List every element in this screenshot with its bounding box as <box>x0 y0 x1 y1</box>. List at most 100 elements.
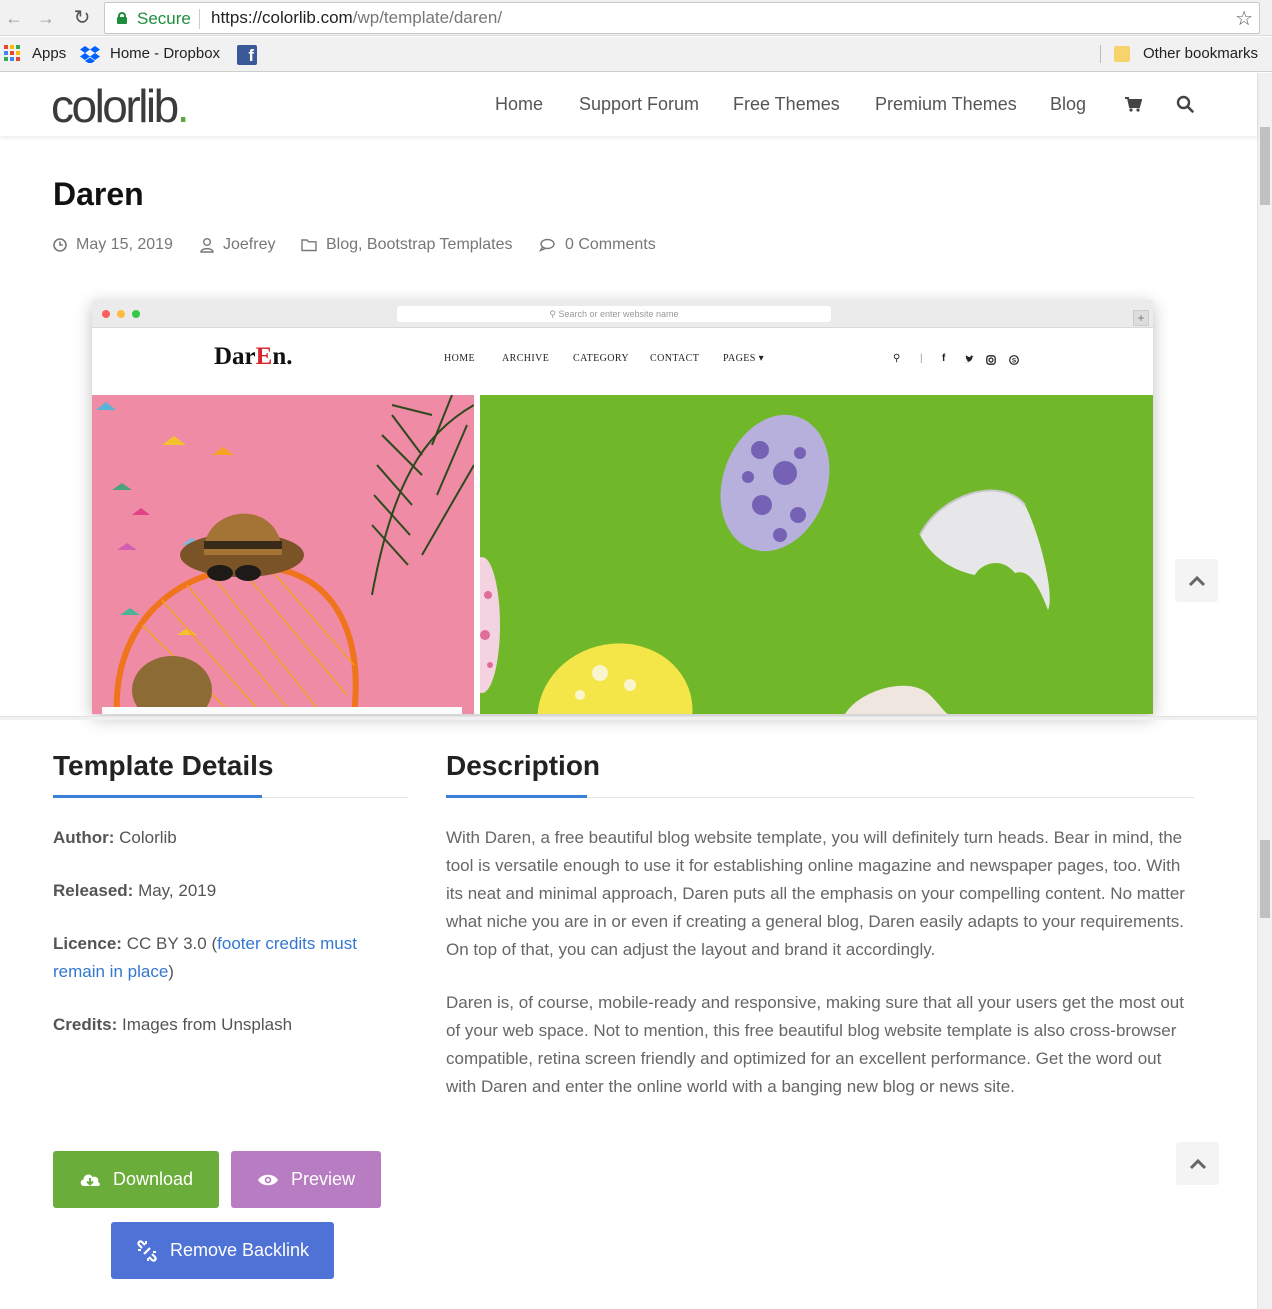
mock-logo-accent: E <box>255 343 273 370</box>
folder-icon <box>1114 46 1130 62</box>
licence-link-line2[interactable]: remain in place <box>53 962 168 981</box>
detail-released: Released: May, 2019 <box>53 877 216 905</box>
released-value: May, 2019 <box>138 881 217 900</box>
author-value: Colorlib <box>119 828 177 847</box>
url-host: https://colorlib.com <box>211 8 353 27</box>
bookmark-other[interactable]: Other bookmarks <box>1143 45 1258 62</box>
description-heading: Description <box>446 750 601 781</box>
mock-logo-main: Dar <box>214 343 256 370</box>
url-path: /wp/template/daren/ <box>352 8 503 27</box>
folder-icon <box>301 239 317 252</box>
bookmark-star-icon[interactable]: ☆ <box>1235 6 1253 31</box>
svg-text:S: S <box>1012 357 1017 364</box>
lock-icon <box>117 12 127 24</box>
scrollbar-thumb-upper[interactable] <box>1260 127 1270 205</box>
address-bar[interactable]: Secure https://colorlib.com/wp/template/… <box>104 2 1260 34</box>
detail-author: Author: Colorlib <box>53 824 177 852</box>
eye-icon <box>257 1174 278 1185</box>
mock-address-bar: ⚲ Search or enter website name <box>397 306 831 322</box>
secure-label: Secure <box>137 9 191 28</box>
logo-dot: . <box>176 80 190 132</box>
mock-skype-icon: S <box>1009 355 1019 365</box>
comment-icon <box>539 238 555 252</box>
nav-support-forum[interactable]: Support Forum <box>579 94 699 115</box>
mock-maximize-dot <box>132 310 140 318</box>
browser-toolbar: ← → ↻ Secure https://colorlib.com/wp/tem… <box>0 0 1272 36</box>
dropbox-icon <box>80 46 100 63</box>
reload-icon[interactable]: ↻ <box>70 6 94 30</box>
description-paragraph-2: Daren is, of course, mobile-ready and re… <box>446 993 1184 1096</box>
mock-image-pink-hat <box>92 395 474 714</box>
clock-icon <box>53 238 67 252</box>
mock-plus-icon: + <box>1133 310 1149 326</box>
mock-logo-end: n. <box>272 343 293 370</box>
bookmarks-bar: Apps Home - Dropbox f Other bookmarks <box>0 37 1272 72</box>
detail-credits: Credits: Images from Unsplash <box>53 1011 292 1039</box>
released-label: Released: <box>53 881 134 900</box>
credits-value: Images from Unsplash <box>121 1015 293 1034</box>
licence-close-paren: ) <box>168 962 174 981</box>
template-screenshot: ⚲ Search or enter website name + DarEn. … <box>92 300 1153 714</box>
cloud-download-icon <box>80 1173 100 1186</box>
chevron-up-icon <box>1189 1158 1206 1169</box>
apps-grid-icon[interactable] <box>4 45 20 61</box>
back-arrow-icon[interactable]: ← <box>2 6 26 30</box>
mock-divider: | <box>920 353 923 364</box>
template-details-heading: Template Details <box>53 750 274 781</box>
search-icon[interactable] <box>1176 95 1194 113</box>
mock-address-placeholder: Search or enter website name <box>558 309 679 319</box>
scrollbar-thumb-lower[interactable] <box>1260 840 1270 918</box>
mock-nav-home: HOME <box>444 353 476 364</box>
licence-label: Licence: <box>53 934 122 953</box>
mock-twitter-icon <box>965 355 974 363</box>
bookmarks-divider <box>1100 45 1101 63</box>
description-underline <box>446 795 587 798</box>
preview-label: Preview <box>290 1169 356 1189</box>
remove-backlink-button[interactable]: Remove Backlink <box>111 1222 334 1279</box>
licence-value: CC BY 3.0 <box>126 934 207 953</box>
mock-nav-contact: CONTACT <box>650 353 700 364</box>
mock-facebook-icon: f <box>942 353 946 364</box>
licence-link-line1[interactable]: footer credits must <box>217 934 357 953</box>
nav-home[interactable]: Home <box>495 94 543 115</box>
post-categories[interactable]: Blog, Bootstrap Templates <box>326 236 512 254</box>
chevron-up-icon <box>1188 575 1205 586</box>
mock-instagram-icon <box>986 355 996 365</box>
content-divider <box>0 716 1257 720</box>
post-author[interactable]: Joefrey <box>223 236 275 254</box>
download-button[interactable]: Download <box>53 1151 219 1208</box>
mock-logo: DarEn. <box>214 343 293 371</box>
nav-blog[interactable]: Blog <box>1050 94 1086 115</box>
template-details-underline <box>53 795 262 798</box>
broken-link-icon <box>137 1239 157 1262</box>
bookmark-dropbox[interactable]: Home - Dropbox <box>110 45 220 62</box>
logo-text: colorlib <box>51 80 179 132</box>
colorlib-logo[interactable]: colorlib. <box>51 79 190 133</box>
cart-icon[interactable] <box>1124 95 1142 113</box>
mock-nav-archive: ARCHIVE <box>502 353 550 364</box>
facebook-icon[interactable]: f <box>237 45 257 65</box>
scrollbar[interactable] <box>1257 73 1272 1309</box>
mock-site-header: DarEn. HOME ARCHIVE CATEGORY CONTACT PAG… <box>92 329 1153 395</box>
back-to-top-button-lower[interactable] <box>1176 1142 1219 1185</box>
preview-button[interactable]: Preview <box>231 1151 381 1208</box>
user-icon <box>200 238 214 253</box>
url-separator <box>199 9 200 29</box>
site-header: colorlib. Home Support Forum Free Themes… <box>0 73 1257 136</box>
nav-premium-themes[interactable]: Premium Themes <box>875 94 1017 115</box>
url-text[interactable]: https://colorlib.com/wp/template/daren/ <box>211 8 502 28</box>
nav-free-themes[interactable]: Free Themes <box>733 94 840 115</box>
mock-nav-category: CATEGORY <box>573 353 629 364</box>
back-to-top-button[interactable] <box>1175 559 1218 602</box>
post-comments[interactable]: 0 Comments <box>565 236 656 254</box>
forward-arrow-icon[interactable]: → <box>34 6 58 30</box>
post-date: May 15, 2019 <box>76 236 173 253</box>
author-label: Author: <box>53 828 115 847</box>
mock-minimize-dot <box>117 310 125 318</box>
mock-nav-pages: PAGES ▾ <box>723 353 765 364</box>
mock-browser-bar: ⚲ Search or enter website name + <box>92 300 1153 328</box>
post-title: Daren <box>53 176 144 212</box>
detail-licence: Licence: CC BY 3.0 (footer credits must <box>53 930 357 958</box>
credits-label: Credits: <box>53 1015 118 1034</box>
bookmark-apps[interactable]: Apps <box>32 45 66 62</box>
